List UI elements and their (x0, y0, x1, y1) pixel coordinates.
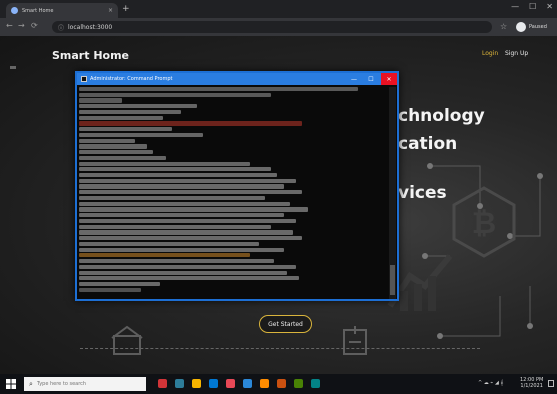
maximize-window-button[interactable]: ☐ (529, 2, 536, 11)
terminal-line (79, 144, 148, 149)
hero-line-1: chnology (398, 106, 485, 126)
terminal-line (79, 104, 197, 109)
svg-text:₿: ₿ (472, 206, 496, 241)
tab-close-icon[interactable]: × (108, 7, 113, 14)
bitcoin-icon: ₿ (452, 186, 516, 258)
menu-marker (10, 66, 16, 69)
nav-signup-link[interactable]: Sign Up (505, 50, 528, 57)
pinned-app-icon[interactable] (243, 379, 252, 388)
terminal-icon (81, 76, 87, 82)
terminal-minimize-button[interactable]: — (347, 73, 361, 85)
site-favicon-icon (11, 7, 18, 14)
terminal-line (79, 201, 290, 206)
pinned-app-icon[interactable] (277, 379, 286, 388)
terminal-line (79, 167, 272, 172)
terminal-line (79, 213, 284, 218)
hero-line-3: vices (398, 183, 447, 203)
hero-line-2: cation (398, 134, 458, 154)
pinned-app-icon[interactable] (311, 379, 320, 388)
system-tray[interactable]: ^ ☁ ⌁ ◢ 𝄞 (478, 380, 503, 386)
terminal-line (79, 207, 309, 212)
terminal-line (79, 161, 250, 166)
terminal-line (79, 138, 135, 143)
terminal-line (79, 224, 272, 229)
pinned-app-icon[interactable] (260, 379, 269, 388)
terminal-scrollbar[interactable] (389, 87, 396, 299)
terminal-close-button[interactable]: ✕ (381, 73, 397, 85)
bookmark-star-icon[interactable]: ☆ (500, 22, 507, 31)
terminal-line (79, 109, 182, 115)
window-controls: — ☐ ✕ (511, 2, 553, 11)
terminal-line (79, 270, 287, 275)
terminal-line (79, 184, 284, 189)
terminal-title: Administrator: Command Prompt (90, 76, 173, 82)
decorative-divider (80, 348, 480, 350)
taskbar-search-input[interactable] (36, 381, 137, 387)
taskbar-clock[interactable]: 12:00 PM 1/1/2021 (520, 377, 543, 389)
browser-toolbar: ← → ⟳ ⓘ ☆ Paused (0, 18, 557, 36)
get-started-button[interactable]: Get Started (259, 315, 312, 333)
terminal-line (79, 264, 296, 269)
scrollbar-thumb[interactable] (390, 265, 395, 295)
address-bar[interactable]: ⓘ (52, 21, 492, 33)
terminal-line (79, 98, 123, 103)
terminal-line (79, 87, 358, 92)
minimize-window-button[interactable]: — (511, 2, 519, 11)
windows-start-icon[interactable] (6, 379, 16, 389)
new-tab-button[interactable]: + (122, 4, 130, 14)
terminal-line (79, 121, 303, 126)
terminal-line (79, 115, 163, 120)
terminal-titlebar[interactable]: Administrator: Command Prompt — ☐ ✕ (77, 73, 397, 85)
nav-login-link[interactable]: Login (482, 50, 498, 57)
terminal-line (79, 190, 303, 195)
windows-taskbar: ⌕ ^ ☁ ⌁ ◢ 𝄞 12:00 PM 1/1/2021 (0, 374, 557, 394)
info-icon[interactable]: ⓘ (58, 23, 64, 32)
pinned-app-icon[interactable] (226, 379, 235, 388)
pinned-app-icon[interactable] (192, 379, 201, 388)
terminal-line (79, 236, 303, 241)
close-window-button[interactable]: ✕ (546, 2, 553, 11)
clock-date: 1/1/2021 (520, 383, 543, 389)
url-input[interactable] (68, 23, 469, 31)
terminal-maximize-button[interactable]: ☐ (364, 73, 378, 85)
tab-title: Smart Home (22, 7, 54, 14)
terminal-line (79, 92, 272, 97)
terminal-line (79, 150, 154, 155)
home-building-icon (111, 325, 143, 355)
terminal-line (79, 287, 141, 292)
browser-tab-strip: Smart Home × + — ☐ ✕ (0, 0, 557, 18)
terminal-line (79, 173, 278, 178)
taskbar-search-box[interactable]: ⌕ (24, 377, 146, 391)
terminal-line (79, 276, 300, 281)
terminal-output[interactable] (79, 87, 389, 299)
terminal-line (79, 195, 265, 201)
terminal-line (79, 281, 160, 287)
site-brand[interactable]: Smart Home (52, 49, 129, 62)
terminal-line (79, 259, 275, 264)
terminal-line (79, 155, 166, 160)
terminal-line (79, 253, 250, 258)
terminal-line (79, 241, 259, 247)
browser-tab[interactable]: Smart Home × (6, 3, 118, 18)
notification-icon[interactable] (548, 380, 554, 387)
avatar (516, 22, 526, 32)
forward-button[interactable]: → (18, 21, 25, 30)
profile-name: Paused (529, 24, 547, 30)
pinned-app-icon[interactable] (158, 379, 167, 388)
pinned-app-icon[interactable] (175, 379, 184, 388)
profile-button[interactable]: Paused (516, 21, 556, 33)
terminal-line (79, 127, 172, 132)
pinned-app-icon[interactable] (209, 379, 218, 388)
terminal-line (79, 132, 203, 138)
command-prompt-window[interactable]: Administrator: Command Prompt — ☐ ✕ (75, 71, 399, 301)
reload-button[interactable]: ⟳ (31, 21, 38, 30)
pinned-app-icon[interactable] (294, 379, 303, 388)
search-icon: ⌕ (29, 379, 33, 388)
terminal-line (79, 230, 293, 235)
back-button[interactable]: ← (6, 21, 13, 30)
terminal-line (79, 218, 296, 224)
smart-device-icon (343, 326, 367, 355)
terminal-line (79, 178, 296, 183)
terminal-line (79, 247, 284, 252)
